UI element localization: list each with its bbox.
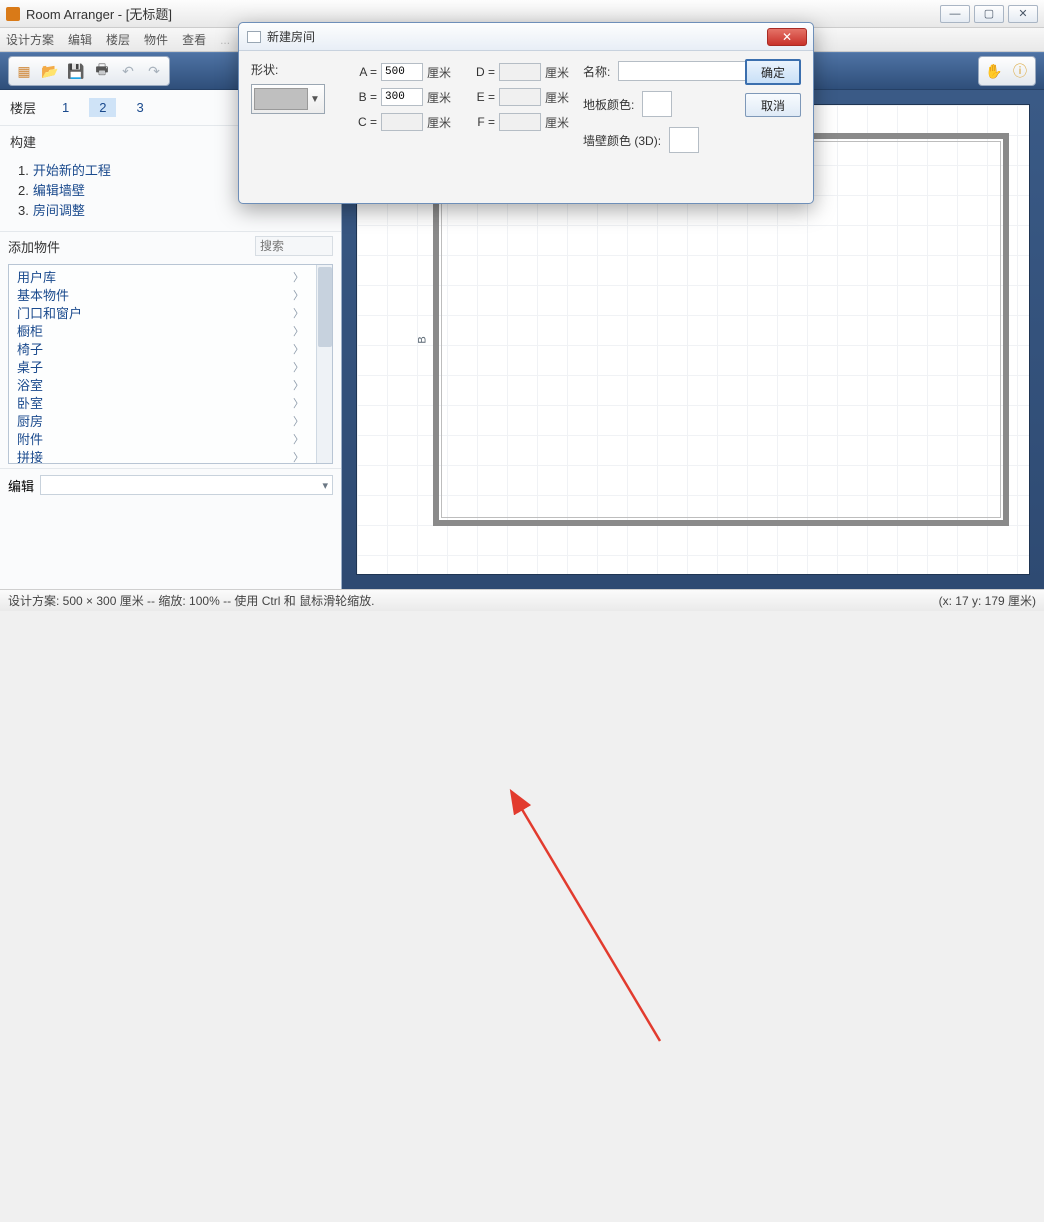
ok-button[interactable]: 确定	[745, 59, 801, 85]
category-item[interactable]: 门口和窗户〉	[17, 305, 308, 323]
edit-section: 编辑 ▾	[0, 468, 341, 501]
status-left: 设计方案: 500 × 300 厘米 -- 缩放: 100% -- 使用 Ctr…	[8, 592, 374, 609]
dialog-icon	[247, 31, 261, 43]
category-item[interactable]: 橱柜〉	[17, 323, 308, 341]
redo-icon[interactable]: ↷	[145, 62, 163, 80]
print-icon[interactable]: 🖶	[93, 62, 111, 80]
minimize-button[interactable]: ―	[940, 5, 970, 23]
floor-color-chip[interactable]	[642, 91, 672, 117]
chevron-right-icon: 〉	[293, 413, 308, 431]
floor-1[interactable]: 1	[52, 98, 79, 117]
chevron-right-icon: 〉	[293, 449, 308, 464]
cancel-button[interactable]: 取消	[745, 93, 801, 117]
category-item[interactable]: 椅子〉	[17, 341, 308, 359]
menu-design[interactable]: 设计方案	[6, 31, 54, 48]
shape-swatch	[254, 88, 308, 110]
chevron-right-icon: 〉	[293, 323, 308, 341]
chevron-right-icon: 〉	[293, 341, 308, 359]
category-item[interactable]: 厨房〉	[17, 413, 308, 431]
menu-floor[interactable]: 楼层	[106, 31, 130, 48]
app-icon	[6, 7, 20, 21]
category-list: 用户库〉基本物件〉门口和窗户〉橱柜〉椅子〉桌子〉浴室〉卧室〉厨房〉附件〉拼接〉其…	[8, 264, 333, 464]
floor-color-label: 地板颜色:	[583, 96, 634, 113]
build-item-3[interactable]: 3.房间调整	[18, 201, 323, 221]
edit-label: 编辑	[8, 476, 34, 495]
chevron-down-icon: ▼	[308, 94, 322, 105]
floor-2[interactable]: 2	[89, 98, 116, 117]
shape-label: 形状:	[251, 61, 333, 78]
dim-d-input	[499, 63, 541, 81]
category-item[interactable]: 附件〉	[17, 431, 308, 449]
category-item[interactable]: 桌子〉	[17, 359, 308, 377]
name-label: 名称:	[583, 63, 610, 80]
save-icon[interactable]: 💾	[67, 62, 85, 80]
new-room-dialog: 新建房间 ✕ 形状: ▼ A =厘米 B =厘米 C =厘米 D =厘米 E =…	[238, 22, 814, 204]
shape-dropdown[interactable]: ▼	[251, 84, 325, 114]
hand-icon[interactable]: ✋	[985, 62, 1003, 80]
dialog-title: 新建房间	[267, 28, 315, 45]
dim-e-input	[499, 88, 541, 106]
chevron-right-icon: 〉	[293, 269, 308, 287]
status-bar: 设计方案: 500 × 300 厘米 -- 缩放: 100% -- 使用 Ctr…	[0, 589, 1044, 611]
chevron-right-icon: 〉	[293, 305, 308, 323]
wall-color-label: 墙壁颜色 (3D):	[583, 132, 661, 149]
dim-b-input[interactable]	[381, 88, 423, 106]
chevron-right-icon: 〉	[293, 287, 308, 305]
dim-c-input	[381, 113, 423, 131]
menu-overflow: ...	[220, 33, 230, 47]
toolbar-group-main: ▦ 📂 💾 🖶 ↶ ↷	[8, 56, 170, 86]
chevron-right-icon: 〉	[293, 431, 308, 449]
search-input[interactable]	[255, 236, 333, 256]
new-icon[interactable]: ▦	[15, 62, 33, 80]
category-item[interactable]: 基本物件〉	[17, 287, 308, 305]
status-coords: (x: 17 y: 179 厘米)	[939, 592, 1036, 609]
dialog-titlebar[interactable]: 新建房间 ✕	[239, 23, 813, 51]
chevron-right-icon: 〉	[293, 377, 308, 395]
floor-3[interactable]: 3	[126, 98, 153, 117]
menu-edit[interactable]: 编辑	[68, 31, 92, 48]
dialog-close-button[interactable]: ✕	[767, 28, 807, 46]
annotation-arrow	[0, 611, 1044, 1222]
category-item[interactable]: 浴室〉	[17, 377, 308, 395]
dim-f-input	[499, 113, 541, 131]
wall-color-chip[interactable]	[669, 127, 699, 153]
category-item[interactable]: 拼接〉	[17, 449, 308, 464]
toolbar-group-right: ✋ ⓘ	[978, 56, 1036, 86]
menu-object[interactable]: 物件	[144, 31, 168, 48]
open-icon[interactable]: 📂	[41, 62, 59, 80]
menu-view[interactable]: 查看	[182, 31, 206, 48]
close-button[interactable]: ✕	[1008, 5, 1038, 23]
window-title: Room Arranger - [无标题]	[26, 4, 172, 23]
category-item[interactable]: 卧室〉	[17, 395, 308, 413]
category-item[interactable]: 用户库〉	[17, 269, 308, 287]
add-objects-header: 添加物件	[0, 231, 341, 260]
category-scrollbar[interactable]	[316, 265, 332, 463]
chevron-right-icon: 〉	[293, 359, 308, 377]
maximize-button[interactable]: ▢	[974, 5, 1004, 23]
dim-b-label: B	[417, 336, 429, 343]
add-objects-title: 添加物件	[8, 237, 60, 256]
info-icon[interactable]: ⓘ	[1011, 62, 1029, 80]
floor-label: 楼层	[10, 98, 36, 117]
chevron-right-icon: 〉	[293, 395, 308, 413]
edit-dropdown[interactable]: ▾	[40, 475, 333, 495]
dim-a-input[interactable]	[381, 63, 423, 81]
undo-icon[interactable]: ↶	[119, 62, 137, 80]
